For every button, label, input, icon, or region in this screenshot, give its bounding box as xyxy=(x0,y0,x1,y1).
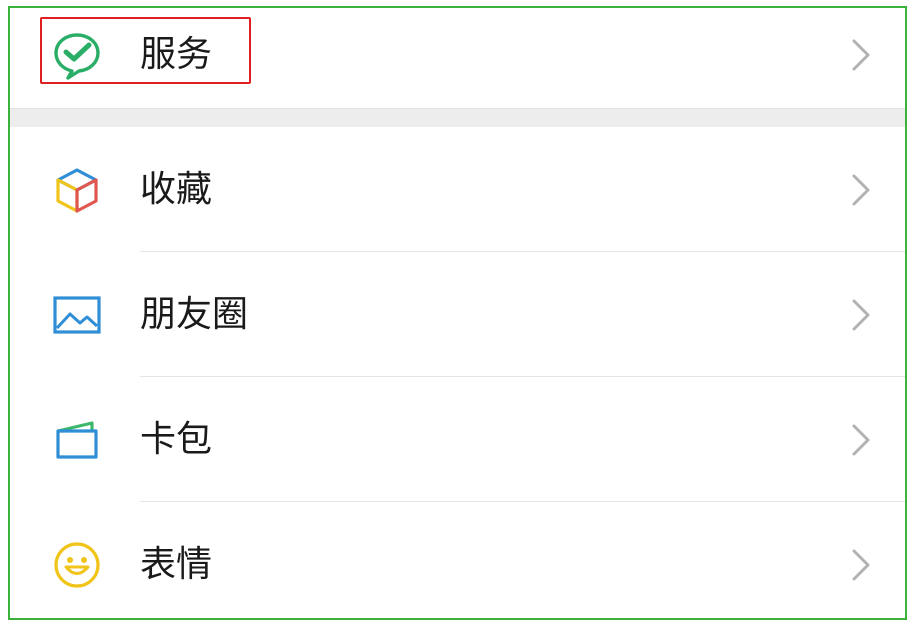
menu-item-moments[interactable]: 朋友圈 xyxy=(10,252,905,377)
settings-menu-frame: 服务 收藏 朋友圈 卡包 表情 xyxy=(8,6,907,620)
menu-item-label: 卡包 xyxy=(140,419,213,460)
menu-item-favorites[interactable]: 收藏 xyxy=(10,127,905,252)
menu-item-stickers[interactable]: 表情 xyxy=(10,502,905,618)
chevron-right-icon xyxy=(848,36,874,74)
menu-item-label: 服务 xyxy=(140,34,213,75)
menu-item-cards[interactable]: 卡包 xyxy=(10,377,905,502)
menu-item-label: 朋友圈 xyxy=(140,294,249,335)
menu-item-label: 表情 xyxy=(140,544,213,585)
chevron-right-icon xyxy=(848,421,874,459)
chevron-right-icon xyxy=(848,171,874,209)
moments-picture-icon xyxy=(52,290,102,340)
smiley-icon xyxy=(52,540,102,590)
favorites-cube-icon xyxy=(52,165,102,215)
section-gap xyxy=(10,108,905,128)
chevron-right-icon xyxy=(848,296,874,334)
wechat-pay-icon xyxy=(52,30,102,80)
card-wallet-icon xyxy=(52,415,102,465)
chevron-right-icon xyxy=(848,546,874,584)
menu-item-label: 收藏 xyxy=(140,169,213,210)
menu-item-services[interactable]: 服务 xyxy=(10,8,905,117)
